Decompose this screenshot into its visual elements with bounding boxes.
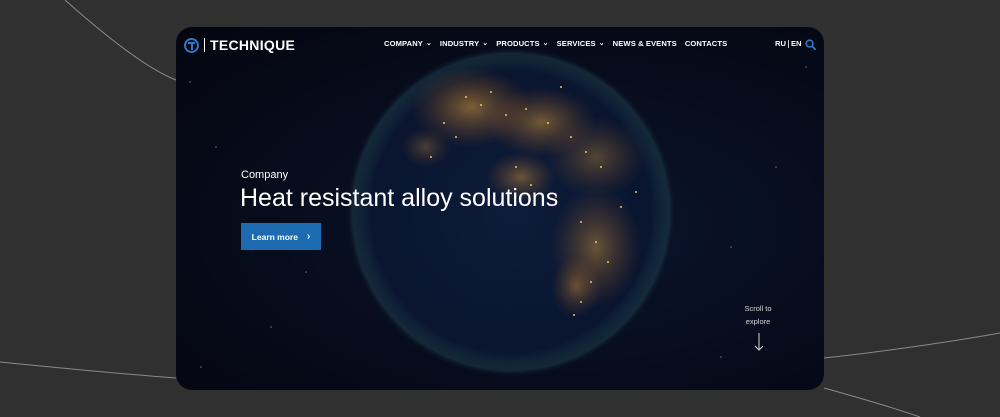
chevron-right-icon: › xyxy=(306,231,311,242)
lang-divider xyxy=(787,39,789,48)
chevron-down-icon: ⌄ xyxy=(482,39,489,47)
nav-item-label: INDUSTRY xyxy=(439,39,480,48)
main-nav: COMPANY ⌄ INDUSTRY ⌄ PRODUCTS ⌄ SERVICES… xyxy=(384,39,727,48)
nav-item-services[interactable]: SERVICES ⌄ xyxy=(557,39,605,48)
hero-eyebrow: Company xyxy=(241,169,289,181)
arrow-down-icon xyxy=(754,333,764,351)
learn-more-button[interactable]: Learn more › xyxy=(241,223,321,250)
scroll-hint-line: Scroll to xyxy=(744,304,772,313)
chevron-down-icon: ⌄ xyxy=(598,39,605,47)
hero-title: Heat resistant alloy solutions xyxy=(240,184,559,212)
chevron-down-icon: ⌄ xyxy=(542,39,549,47)
nav-item-products[interactable]: PRODUCTS ⌄ xyxy=(496,39,548,48)
lang-ru[interactable]: RU xyxy=(775,39,786,48)
nav-item-label: COMPANY xyxy=(384,39,423,48)
nav-item-company[interactable]: COMPANY ⌄ xyxy=(384,39,432,48)
button-label: Learn more xyxy=(251,231,298,242)
nav-item-industry[interactable]: INDUSTRY ⌄ xyxy=(440,39,488,48)
nav-item-label: PRODUCTS xyxy=(496,39,540,48)
logo-icon xyxy=(184,37,199,53)
site-header: TECHNIQUE COMPANY ⌄ INDUSTRY ⌄ PRODUCTS … xyxy=(176,27,824,61)
logo-divider xyxy=(204,38,205,52)
search-icon[interactable] xyxy=(805,39,816,50)
brand-logo[interactable]: TECHNIQUE xyxy=(184,36,295,54)
brand-name: TECHNIQUE xyxy=(210,37,296,53)
nav-item-label: SERVICES xyxy=(556,39,596,48)
browser-frame: TECHNIQUE COMPANY ⌄ INDUSTRY ⌄ PRODUCTS … xyxy=(176,27,824,390)
scroll-to-explore[interactable]: Scroll to explore xyxy=(738,302,778,328)
scroll-hint-line: explore xyxy=(745,317,771,326)
lang-en[interactable]: EN xyxy=(791,39,802,48)
nav-item-label: NEWS & EVENTS xyxy=(612,39,677,48)
chevron-down-icon: ⌄ xyxy=(425,39,432,47)
language-switcher: RU EN xyxy=(775,39,802,48)
nav-item-news-events[interactable]: NEWS & EVENTS xyxy=(613,39,677,48)
nav-item-label: CONTACTS xyxy=(684,39,728,48)
nav-item-contacts[interactable]: CONTACTS xyxy=(685,39,727,48)
